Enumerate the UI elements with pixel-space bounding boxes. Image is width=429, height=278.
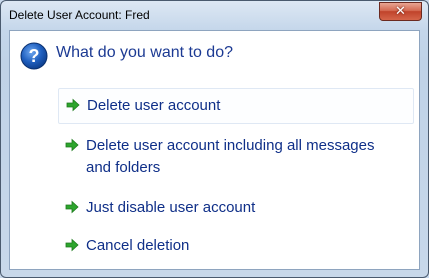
- option-disable-user[interactable]: Just disable user account: [58, 197, 414, 219]
- close-icon: ✕: [395, 4, 406, 19]
- close-button[interactable]: ✕: [379, 2, 422, 21]
- question-icon: ?: [20, 42, 48, 70]
- dialog-heading: What do you want to do?: [56, 44, 233, 61]
- green-arrow-icon: [66, 98, 80, 112]
- green-arrow-icon: [65, 138, 79, 152]
- green-arrow-icon: [65, 200, 79, 214]
- dialog-window: Delete User Account: Fred ✕ ? What do yo…: [0, 0, 429, 278]
- green-arrow-icon: [65, 238, 79, 252]
- option-label: Cancel deletion: [86, 237, 190, 254]
- svg-text:?: ?: [29, 46, 40, 66]
- option-delete-user[interactable]: Delete user account: [58, 88, 414, 124]
- option-label: Delete user account including all messag…: [86, 137, 375, 176]
- option-cancel-deletion[interactable]: Cancel deletion: [58, 235, 414, 257]
- title-bar[interactable]: Delete User Account: Fred ✕: [1, 1, 428, 31]
- option-delete-user-with-messages[interactable]: Delete user account including all messag…: [58, 135, 414, 179]
- option-label: Just disable user account: [86, 199, 256, 216]
- dialog-content: ? What do you want to do? Delete user ac…: [9, 30, 420, 270]
- option-label: Delete user account: [87, 97, 221, 114]
- window-title: Delete User Account: Fred: [9, 8, 150, 22]
